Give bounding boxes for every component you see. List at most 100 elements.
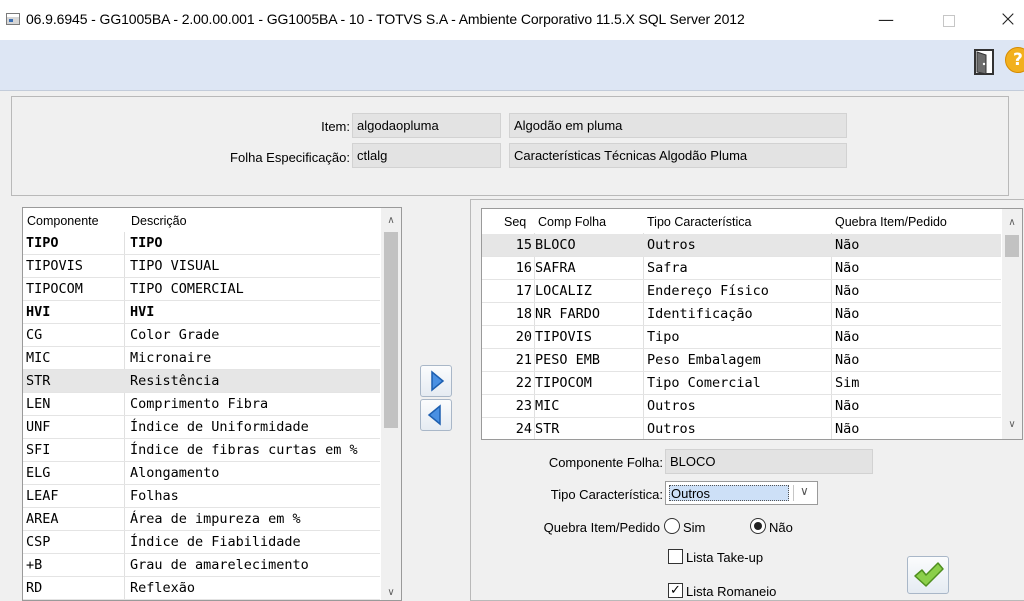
table-row[interactable]: CSP Índice de Fiabilidade bbox=[23, 531, 380, 554]
title-bar: 06.9.6945 - GG1005BA - 2.00.00.001 - GG1… bbox=[0, 0, 1024, 40]
help-icon[interactable]: ? bbox=[1005, 47, 1024, 73]
table-row[interactable]: UNF Índice de Uniformidade bbox=[23, 416, 380, 439]
col-header-tipo[interactable]: Tipo Característica bbox=[647, 209, 751, 233]
close-button[interactable]: × bbox=[985, 0, 1024, 40]
folha-description-field[interactable]: Características Técnicas Algodão Pluma bbox=[509, 143, 847, 168]
table-row[interactable]: HVI HVI bbox=[23, 301, 380, 324]
cell-comp-folha: STR bbox=[535, 421, 560, 437]
quebra-sim-label[interactable]: Sim bbox=[683, 520, 705, 535]
cell-componente: +B bbox=[26, 557, 43, 573]
scroll-down-icon[interactable]: ∨ bbox=[385, 588, 397, 598]
col-header-comp-folha[interactable]: Comp Folha bbox=[538, 209, 606, 233]
item-description-field[interactable]: Algodão em pluma bbox=[509, 113, 847, 138]
cell-quebra: Sim bbox=[835, 375, 860, 391]
table-row[interactable]: RD Reflexão bbox=[23, 577, 380, 600]
add-component-button[interactable] bbox=[420, 365, 452, 397]
cell-quebra: Não bbox=[835, 398, 860, 414]
lista-romaneio-checkbox[interactable]: ✓ bbox=[668, 583, 683, 598]
minimize-button[interactable]: — bbox=[863, 0, 909, 40]
table-row[interactable]: 15 BLOCO Outros Não bbox=[482, 234, 1001, 257]
table-row[interactable]: CG Color Grade bbox=[23, 324, 380, 347]
componente-folha-field[interactable]: BLOCO bbox=[665, 449, 873, 474]
cell-descricao: Micronaire bbox=[130, 350, 212, 366]
table-row[interactable]: 20 TIPOVIS Tipo Não bbox=[482, 326, 1001, 349]
quebra-sim-radio[interactable] bbox=[664, 518, 680, 534]
arrow-left-icon bbox=[427, 404, 441, 426]
exit-door-icon[interactable] bbox=[973, 48, 997, 76]
table-row[interactable]: 17 LOCALIZ Endereço Físico Não bbox=[482, 280, 1001, 303]
cell-seq: 24 bbox=[515, 421, 532, 437]
table-row[interactable]: 18 NR FARDO Identificação Não bbox=[482, 303, 1001, 326]
cell-descricao: Folhas bbox=[130, 488, 179, 504]
cell-componente: CG bbox=[26, 327, 43, 343]
cell-tipo: Peso Embalagem bbox=[647, 352, 761, 368]
table-row[interactable]: TIPOVIS TIPO VISUAL bbox=[23, 255, 380, 278]
cell-tipo: Tipo bbox=[647, 329, 680, 345]
cell-descricao: Índice de Uniformidade bbox=[130, 419, 309, 435]
maximize-button[interactable] bbox=[926, 0, 972, 40]
lista-romaneio-label[interactable]: Lista Romaneio bbox=[686, 584, 776, 599]
cell-quebra: Não bbox=[835, 421, 860, 437]
table-row[interactable]: AREA Área de impureza em % bbox=[23, 508, 380, 531]
remove-component-button[interactable] bbox=[420, 399, 452, 431]
table-row[interactable]: SFI Índice de fibras curtas em % bbox=[23, 439, 380, 462]
table-row[interactable]: 21 PESO EMB Peso Embalagem Não bbox=[482, 349, 1001, 372]
cell-comp-folha: TIPOCOM bbox=[535, 375, 592, 391]
cell-descricao: Resistência bbox=[130, 373, 220, 389]
scroll-down-icon[interactable]: ∨ bbox=[1006, 420, 1018, 430]
componentes-grid[interactable]: Componente Descrição TIPO TIPO TIPOVIS TIPO… bbox=[22, 207, 402, 601]
table-row[interactable]: STR Resistência bbox=[23, 370, 380, 393]
table-row[interactable]: ELG Alongamento bbox=[23, 462, 380, 485]
table-row[interactable]: MIC Micronaire bbox=[23, 347, 380, 370]
table-row[interactable]: LEN Comprimento Fibra bbox=[23, 393, 380, 416]
table-row[interactable]: 23 MIC Outros Não bbox=[482, 395, 1001, 418]
left-grid-scrollbar[interactable]: ∧ ∨ bbox=[381, 208, 401, 600]
tipo-caracteristica-select[interactable]: Outros ∨ bbox=[665, 481, 818, 505]
cell-componente: LEN bbox=[26, 396, 51, 412]
col-header-descricao[interactable]: Descrição bbox=[131, 208, 187, 232]
cell-descricao: TIPO COMERCIAL bbox=[130, 281, 244, 297]
cell-componente: RD bbox=[26, 580, 43, 596]
cell-componente: TIPO bbox=[26, 235, 59, 251]
lista-take-up-checkbox[interactable] bbox=[668, 549, 683, 564]
cell-componente: ELG bbox=[26, 465, 51, 481]
cell-tipo: Safra bbox=[647, 260, 688, 276]
item-code-field[interactable]: algodaopluma bbox=[352, 113, 501, 138]
table-row[interactable]: 16 SAFRA Safra Não bbox=[482, 257, 1001, 280]
cell-comp-folha: TIPOVIS bbox=[535, 329, 592, 345]
folha-code-field[interactable]: ctlalg bbox=[352, 143, 501, 168]
folha-grid[interactable]: Seq Comp Folha Tipo Característica Quebr… bbox=[481, 208, 1023, 440]
lista-take-up-label[interactable]: Lista Take-up bbox=[686, 550, 763, 565]
cell-descricao: HVI bbox=[130, 304, 155, 320]
quebra-nao-radio[interactable] bbox=[750, 518, 766, 534]
scroll-up-icon[interactable]: ∧ bbox=[385, 216, 397, 226]
cell-tipo: Identificação bbox=[647, 306, 753, 322]
cell-comp-folha: LOCALIZ bbox=[535, 283, 592, 299]
cell-descricao: Comprimento Fibra bbox=[130, 396, 269, 412]
scroll-up-icon[interactable]: ∧ bbox=[1006, 218, 1018, 228]
right-grid-scrollbar[interactable]: ∧ ∨ bbox=[1002, 209, 1022, 439]
table-row[interactable]: LEAF Folhas bbox=[23, 485, 380, 508]
cell-descricao: Grau de amarelecimento bbox=[130, 557, 309, 573]
table-row[interactable]: 22 TIPOCOM Tipo Comercial Sim bbox=[482, 372, 1001, 395]
cell-componente: SFI bbox=[26, 442, 51, 458]
scroll-thumb[interactable] bbox=[384, 232, 398, 428]
cell-comp-folha: NR FARDO bbox=[535, 306, 601, 322]
table-row[interactable]: 24 STR Outros Não bbox=[482, 418, 1001, 439]
cell-componente: HVI bbox=[26, 304, 51, 320]
cell-componente: STR bbox=[26, 373, 51, 389]
table-row[interactable]: TIPO TIPO bbox=[23, 232, 380, 255]
col-header-seq[interactable]: Seq bbox=[504, 209, 526, 233]
table-row[interactable]: TIPOCOM TIPO COMERCIAL bbox=[23, 278, 380, 301]
scroll-thumb[interactable] bbox=[1005, 235, 1019, 257]
cell-quebra: Não bbox=[835, 260, 860, 276]
table-row[interactable]: +B Grau de amarelecimento bbox=[23, 554, 380, 577]
quebra-nao-label[interactable]: Não bbox=[769, 520, 793, 535]
col-header-quebra[interactable]: Quebra Item/Pedido bbox=[835, 209, 947, 233]
col-header-componente[interactable]: Componente bbox=[27, 208, 99, 232]
cell-descricao: Color Grade bbox=[130, 327, 220, 343]
cell-tipo: Outros bbox=[647, 398, 696, 414]
cell-comp-folha: BLOCO bbox=[535, 237, 576, 253]
confirm-button[interactable] bbox=[907, 556, 949, 594]
cell-seq: 22 bbox=[515, 375, 532, 391]
